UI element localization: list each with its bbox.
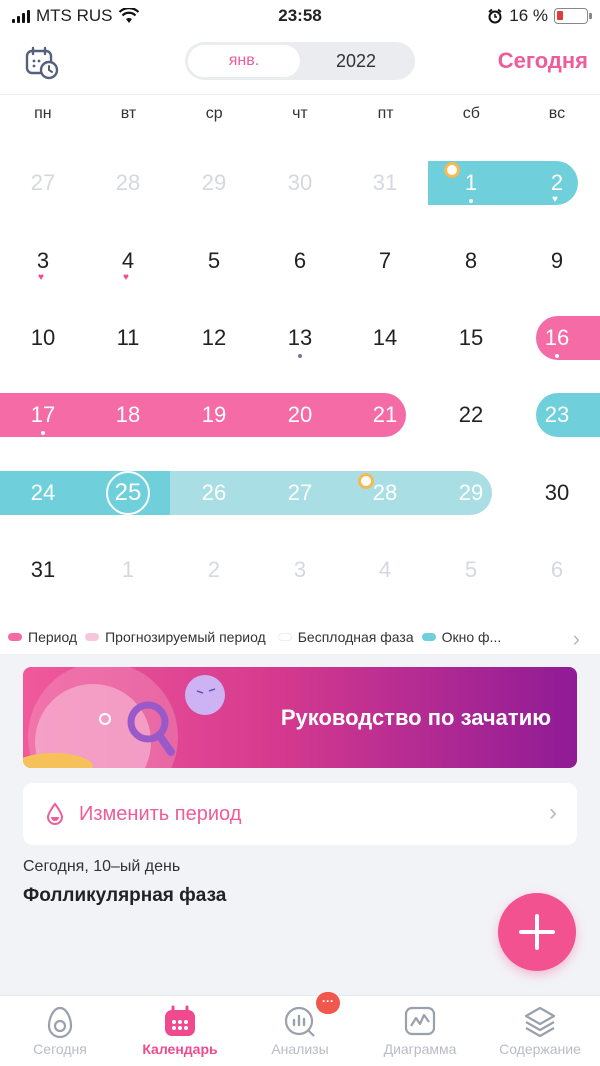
legend-item: Бесплодная фаза: [277, 629, 414, 645]
weekday-label: пн: [34, 105, 52, 122]
notification-badge: ···: [316, 992, 340, 1014]
calendar-day[interactable]: 10: [0, 316, 86, 360]
legend-item: Окно ф...: [421, 629, 501, 645]
cycle-phase: Фолликулярная фаза: [23, 885, 227, 906]
chevron-right-icon[interactable]: ›: [573, 626, 580, 652]
tab-label: Сегодня: [33, 1041, 87, 1057]
tab-label: Содержание: [499, 1041, 581, 1057]
calendar-day[interactable]: 11: [85, 316, 171, 360]
calendar-day[interactable]: 12: [171, 316, 257, 360]
avocado-icon: [47, 1006, 73, 1039]
legend-item: Период: [8, 629, 77, 645]
calendar-day[interactable]: 3 ♥: [0, 239, 86, 283]
month-tab[interactable]: янв.: [188, 45, 300, 77]
weekday-label: пт: [377, 105, 394, 122]
magnifier-illustration: [23, 667, 225, 768]
calendar-day[interactable]: 22: [428, 393, 514, 437]
calendar-day[interactable]: 4: [342, 548, 428, 592]
calendar-day[interactable]: 2: [171, 548, 257, 592]
change-period-button[interactable]: Изменить период ›: [23, 783, 577, 845]
calendar-clock-icon[interactable]: [24, 45, 60, 81]
chevron-right-icon: ›: [549, 799, 557, 826]
ovulation-marker: [358, 473, 374, 489]
calendar-day[interactable]: 4 ♥: [85, 239, 171, 283]
calendar-day[interactable]: 20: [257, 393, 343, 437]
legend[interactable]: Период Прогнозируемый период Бесплодная …: [0, 622, 600, 652]
analysis-chart-icon: [284, 1006, 315, 1037]
weekday-label: вс: [548, 105, 566, 122]
calendar-day[interactable]: 17: [0, 393, 86, 437]
calendar-day[interactable]: 24: [0, 471, 86, 515]
calendar-day[interactable]: 5: [171, 239, 257, 283]
tab-chart[interactable]: Диаграмма: [360, 996, 480, 1066]
calendar-day[interactable]: 1: [85, 548, 171, 592]
calendar-day[interactable]: 26: [171, 471, 257, 515]
calendar-day[interactable]: 14: [342, 316, 428, 360]
calendar-day[interactable]: 6: [514, 548, 600, 592]
calendar-day[interactable]: 8: [428, 239, 514, 283]
add-button[interactable]: [498, 893, 576, 971]
calendar-day[interactable]: 18: [85, 393, 171, 437]
calendar-grid: пн вт ср чт пт сб вс 27 28 29 30 31 1 2 ♥…: [0, 94, 600, 654]
calendar-day[interactable]: 6: [257, 239, 343, 283]
calendar-day[interactable]: 30: [257, 161, 343, 205]
battery-percent: 16 %: [509, 6, 548, 25]
calendar-day[interactable]: 28: [342, 471, 428, 515]
calendar-day-selected[interactable]: 25: [85, 471, 171, 515]
month-year-selector: янв. 2022: [185, 42, 415, 80]
calendar-day[interactable]: 13: [257, 316, 343, 360]
year-tab[interactable]: 2022: [300, 45, 412, 77]
calendar-day[interactable]: 29: [171, 161, 257, 205]
layers-icon: [524, 1006, 556, 1038]
battery-icon: [554, 8, 592, 24]
weekday-label: чт: [292, 105, 308, 122]
calendar-day[interactable]: 29: [428, 471, 514, 515]
header: янв. 2022 Сегодня: [0, 34, 600, 94]
tab-contents[interactable]: Содержание: [480, 996, 600, 1066]
tab-label: Диаграмма: [383, 1041, 457, 1057]
calendar-day[interactable]: 27: [0, 161, 86, 205]
tab-calendar[interactable]: Календарь: [120, 996, 240, 1066]
calendar-day[interactable]: 28: [85, 161, 171, 205]
change-period-label: Изменить период: [79, 803, 242, 825]
today-button[interactable]: Сегодня: [498, 48, 588, 74]
alarm-icon: [488, 8, 502, 24]
calendar-day[interactable]: 2 ♥: [514, 161, 600, 205]
status-bar: MTS RUS 23:58 16 %: [0, 0, 600, 34]
calendar-day[interactable]: 9: [514, 239, 600, 283]
status-right: 16 %: [487, 6, 592, 26]
calendar-day[interactable]: 19: [171, 393, 257, 437]
calendar-day[interactable]: 3: [257, 548, 343, 592]
calendar-day[interactable]: 15: [428, 316, 514, 360]
tab-today[interactable]: Сегодня: [0, 996, 120, 1066]
calendar-day[interactable]: 30: [514, 471, 600, 515]
banner-title: Руководство по зачатию: [280, 705, 551, 730]
tab-analyses[interactable]: Анализы: [240, 996, 360, 1066]
calendar-day[interactable]: 16: [514, 316, 600, 360]
drop-icon: [46, 802, 64, 825]
weekday-label: сб: [462, 105, 480, 122]
cycle-day-text: Сегодня, 10–ый день: [23, 858, 181, 875]
calendar-icon: [165, 1005, 195, 1036]
calendar-day[interactable]: 31: [0, 548, 86, 592]
calendar-day[interactable]: 21: [342, 393, 428, 437]
tab-label: Календарь: [142, 1041, 218, 1057]
plus-icon: [519, 914, 555, 950]
calendar-day[interactable]: 1: [428, 161, 514, 205]
calendar-day[interactable]: 31: [342, 161, 428, 205]
calendar-day[interactable]: 7: [342, 239, 428, 283]
weekday-header: пн вт ср чт пт сб вс: [0, 105, 600, 123]
legend-item: Прогнозируемый период: [85, 629, 266, 645]
weekday-label: вт: [120, 105, 137, 122]
calendar-day[interactable]: 23: [514, 393, 600, 437]
ovulation-marker: [444, 162, 460, 178]
conception-guide-banner[interactable]: Руководство по зачатию: [23, 667, 577, 768]
calendar-day[interactable]: 5: [428, 548, 514, 592]
tab-bar: Сегодня Календарь Анализы Диаграмма Соде…: [0, 995, 600, 1066]
line-chart-icon: [404, 1006, 436, 1036]
tab-label: Анализы: [271, 1041, 329, 1057]
calendar-day[interactable]: 27: [257, 471, 343, 515]
weekday-label: ср: [205, 105, 223, 122]
